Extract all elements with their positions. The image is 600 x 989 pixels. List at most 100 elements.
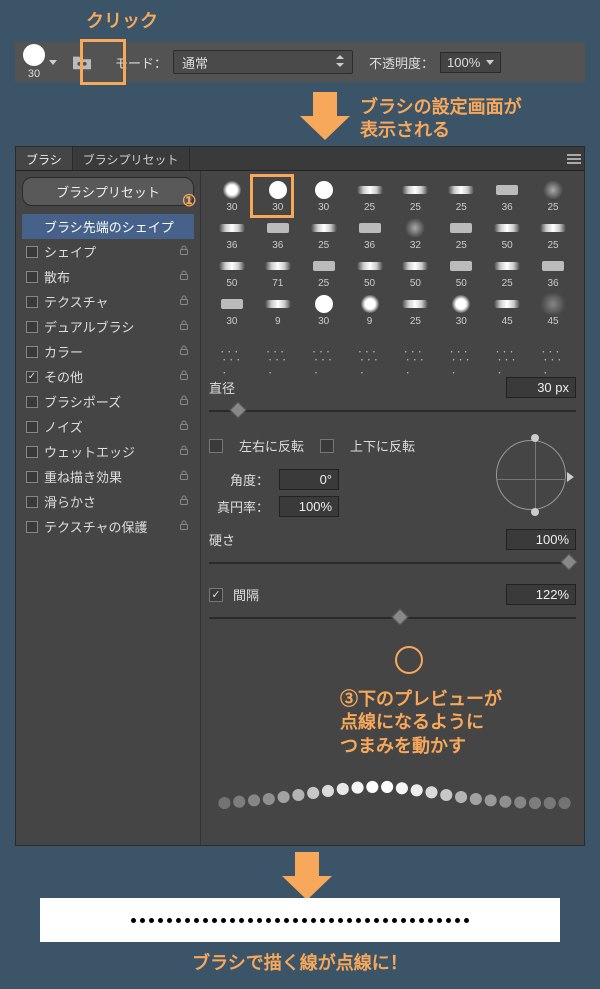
dot-icon <box>140 918 145 923</box>
checkbox[interactable] <box>26 496 38 508</box>
sidebar-item[interactable]: ブラシポーズ <box>22 389 194 414</box>
brush-thumbnail[interactable]: 50 <box>209 253 255 291</box>
brush-thumbnail[interactable] <box>301 329 347 367</box>
brush-preset-button[interactable]: ブラシプリセット <box>22 177 194 206</box>
opacity-field[interactable]: 100% <box>440 52 501 73</box>
brush-thumbnail[interactable]: 36 <box>484 177 530 215</box>
panel-menu-button[interactable] <box>564 147 584 170</box>
brush-thumb-icon <box>356 343 384 365</box>
brush-size-number: 50 <box>226 278 237 289</box>
brush-thumbnail[interactable]: 25 <box>484 253 530 291</box>
brush-thumbnail[interactable]: 25 <box>530 215 576 253</box>
brush-thumbnail[interactable]: 25 <box>393 291 439 329</box>
brush-thumbnail[interactable]: 50 <box>347 253 393 291</box>
brush-thumbnail[interactable]: 36 <box>347 215 393 253</box>
sidebar-item[interactable]: ウェットエッジ <box>22 439 194 464</box>
sidebar-item[interactable]: 重ね描き効果 <box>22 464 194 489</box>
hardness-slider[interactable] <box>209 556 576 570</box>
brush-thumbnail[interactable]: 30 <box>438 291 484 329</box>
sidebar-item[interactable]: ✓ その他 <box>22 364 194 389</box>
brush-thumbnail[interactable] <box>209 329 255 367</box>
brush-thumbnail[interactable]: 25 <box>301 215 347 253</box>
brush-thumbnail[interactable] <box>484 329 530 367</box>
checkbox[interactable] <box>26 471 38 483</box>
brush-thumbnail[interactable]: 9 <box>255 291 301 329</box>
brush-preview <box>211 755 574 835</box>
sidebar-item[interactable]: ブラシ先端のシェイプ <box>22 214 194 239</box>
checkbox[interactable] <box>26 271 38 283</box>
brush-thumbnail[interactable]: 9 <box>347 291 393 329</box>
brush-thumbnail[interactable]: 30 <box>209 291 255 329</box>
brush-thumbnail[interactable]: 25 <box>347 177 393 215</box>
sidebar-item[interactable]: テクスチャ <box>22 289 194 314</box>
brush-thumbnail[interactable]: 36 <box>530 253 576 291</box>
spacing-field[interactable]: 122% <box>506 584 576 605</box>
checkbox[interactable] <box>26 346 38 358</box>
annotation-slider-hint: ③下のプレビューが 点線になるように つまみを動かす <box>340 688 502 758</box>
brush-thumbnail[interactable]: 71 <box>255 253 301 291</box>
brush-thumbnail[interactable]: 25 <box>438 177 484 215</box>
brush-size-number: 9 <box>367 316 373 327</box>
brush-thumbnail[interactable]: 25 <box>438 215 484 253</box>
sidebar-item[interactable]: カラー <box>22 339 194 364</box>
brush-thumbnail[interactable] <box>255 329 301 367</box>
brush-thumb-icon <box>447 255 475 277</box>
sidebar-item[interactable]: シェイプ <box>22 239 194 264</box>
checkbox[interactable] <box>26 421 38 433</box>
sidebar-item[interactable]: 散布 <box>22 264 194 289</box>
sidebar-item[interactable]: テクスチャの保護 <box>22 514 194 539</box>
brush-thumbnail[interactable]: 30 <box>209 177 255 215</box>
spacing-checkbox[interactable]: ✓ <box>209 588 223 602</box>
sidebar-item[interactable]: ノイズ <box>22 414 194 439</box>
brush-thumbnail[interactable]: 50 <box>484 215 530 253</box>
brush-thumbnail[interactable]: 25 <box>530 177 576 215</box>
sidebar-item[interactable]: デュアルブラシ <box>22 314 194 339</box>
flip-x-checkbox[interactable] <box>209 439 223 453</box>
roundness-field[interactable]: 100% <box>279 496 339 517</box>
brush-thumbnail[interactable]: 36 <box>255 215 301 253</box>
brush-swatch-dropdown[interactable]: 30 <box>23 44 57 80</box>
spacing-slider[interactable] <box>209 611 576 625</box>
brush-thumbnail[interactable]: 30 <box>301 291 347 329</box>
brush-thumbnail[interactable]: 30 <box>301 177 347 215</box>
brush-thumbnail[interactable]: 25 <box>393 177 439 215</box>
highlight-circle-spacing-knob <box>395 646 423 674</box>
brush-thumb-icon <box>447 217 475 239</box>
tab-brush[interactable]: ブラシ <box>16 147 73 170</box>
brush-thumb-icon <box>447 343 475 365</box>
dot-icon <box>149 918 154 923</box>
diameter-slider[interactable] <box>209 404 576 418</box>
brush-thumbnail[interactable]: 32 <box>393 215 439 253</box>
checkbox[interactable] <box>26 321 38 333</box>
brush-size-number: 45 <box>502 316 513 327</box>
angle-field[interactable]: 0° <box>279 469 339 490</box>
checkbox[interactable]: ✓ <box>26 371 38 383</box>
flip-y-checkbox[interactable] <box>320 439 334 453</box>
checkbox[interactable] <box>26 521 38 533</box>
brush-thumbnail[interactable] <box>530 329 576 367</box>
sidebar-item[interactable]: 滑らかさ <box>22 489 194 514</box>
angle-control[interactable] <box>486 430 576 520</box>
brush-thumbnail[interactable]: 50 <box>438 253 484 291</box>
brush-thumbnail[interactable] <box>393 329 439 367</box>
brush-thumbnail[interactable]: 45 <box>530 291 576 329</box>
brush-thumbnail[interactable]: 36 <box>209 215 255 253</box>
blend-mode-select[interactable]: 通常 <box>173 50 353 74</box>
checkbox[interactable] <box>26 246 38 258</box>
lock-icon <box>178 244 190 259</box>
brush-thumbnail[interactable] <box>347 329 393 367</box>
brush-thumbnail[interactable]: 25 <box>301 253 347 291</box>
diameter-field[interactable]: 30 px <box>506 377 576 398</box>
hardness-field[interactable]: 100% <box>506 529 576 550</box>
brush-thumbnail[interactable] <box>438 329 484 367</box>
brush-thumbnail[interactable]: 45 <box>484 291 530 329</box>
dot-icon <box>329 918 334 923</box>
checkbox[interactable] <box>26 446 38 458</box>
checkbox[interactable] <box>26 396 38 408</box>
brush-thumb-icon <box>218 343 246 365</box>
checkbox[interactable] <box>26 296 38 308</box>
dot-icon <box>167 918 172 923</box>
tab-brush-preset[interactable]: ブラシプリセット <box>73 147 190 170</box>
sidebar-item-label: その他 <box>44 367 83 386</box>
brush-thumbnail[interactable]: 50 <box>393 253 439 291</box>
